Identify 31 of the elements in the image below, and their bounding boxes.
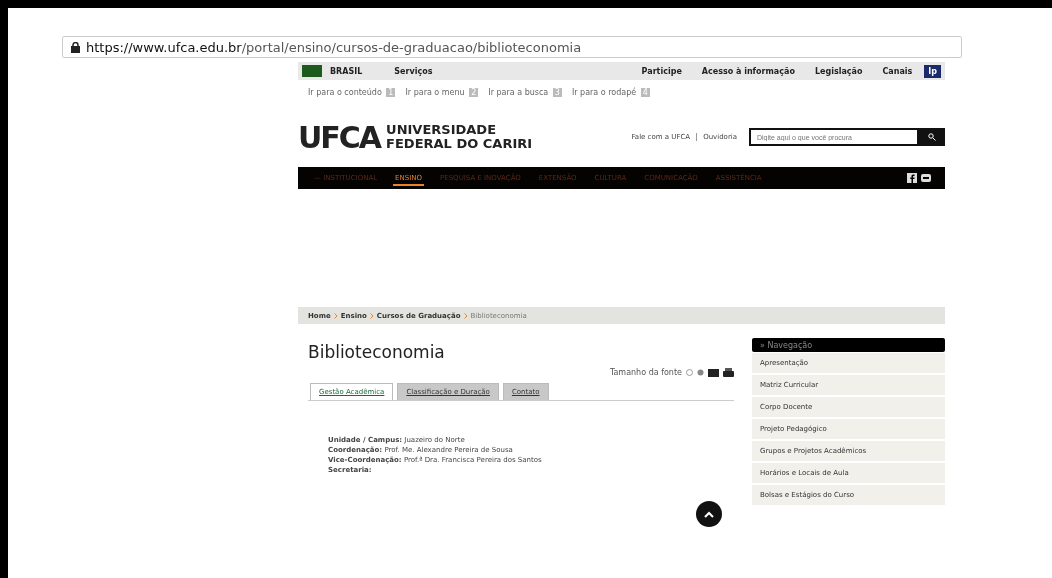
mail-icon[interactable]	[708, 368, 719, 377]
back-to-top-button[interactable]	[696, 501, 722, 527]
skip-link[interactable]: Ir para a busca 3	[488, 88, 562, 97]
facebook-icon[interactable]	[907, 173, 917, 183]
logo: UFCA	[298, 119, 381, 155]
gov-link[interactable]: Acesso à informação	[693, 66, 803, 76]
brand-label: BRASIL	[330, 66, 363, 76]
font-size-label: Tamanho da fonte	[609, 368, 682, 377]
flag-icon	[302, 65, 322, 77]
address-bar[interactable]: https://www.ufca.edu.br/portal/ensino/cursos-de-graduacao/biblioteconomia	[62, 36, 962, 58]
gov-link[interactable]: Serviços	[386, 66, 441, 76]
chevron-icon	[369, 312, 374, 319]
gov-link[interactable]: Legislação	[806, 66, 871, 76]
print-icon[interactable]	[723, 368, 734, 377]
skip-link[interactable]: Ir para o menu 2	[405, 88, 479, 97]
search-icon	[928, 133, 936, 141]
chevron-icon	[463, 312, 468, 319]
lock-icon	[71, 41, 80, 53]
font-increase-icon[interactable]	[697, 369, 704, 376]
skip-link[interactable]: Ir para o rodapé 4	[571, 88, 650, 97]
search-button[interactable]	[919, 128, 945, 146]
gov-link[interactable]: Canais	[874, 66, 921, 76]
chevron-up-icon	[703, 510, 715, 519]
language-button[interactable]: Ip	[924, 64, 941, 78]
university-name: UNIVERSIDADE FEDERAL DO CARIRI	[386, 123, 533, 151]
gov-link[interactable]: Participe	[633, 66, 690, 76]
page-title: Biblioteconomia	[308, 342, 446, 362]
chat-icon[interactable]	[921, 173, 931, 183]
sidebar-header: » Navegação	[752, 338, 945, 352]
skip-link[interactable]: Ir para o conteúdo 1	[308, 88, 396, 97]
chevron-icon	[333, 312, 338, 319]
